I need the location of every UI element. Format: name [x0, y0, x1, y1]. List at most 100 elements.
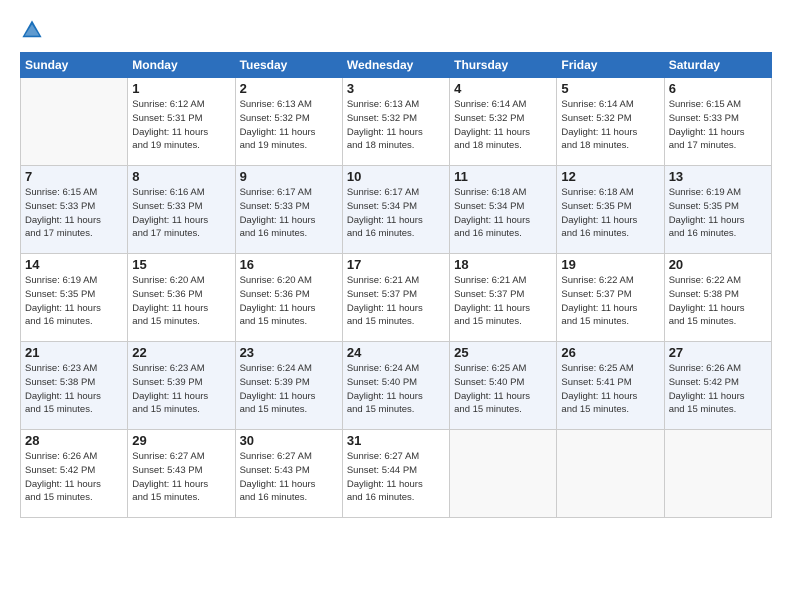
- calendar-week-row: 14Sunrise: 6:19 AM Sunset: 5:35 PM Dayli…: [21, 254, 772, 342]
- day-number: 26: [561, 345, 659, 360]
- weekday-header: Thursday: [450, 53, 557, 78]
- day-number: 10: [347, 169, 445, 184]
- calendar-table: SundayMondayTuesdayWednesdayThursdayFrid…: [20, 52, 772, 518]
- day-number: 25: [454, 345, 552, 360]
- day-number: 1: [132, 81, 230, 96]
- day-number: 7: [25, 169, 123, 184]
- day-number: 13: [669, 169, 767, 184]
- calendar-cell: 20 Sunrise: 6:22 AM Sunset: 5:38 PM Dayli…: [664, 254, 771, 342]
- day-number: 29: [132, 433, 230, 448]
- day-number: 17: [347, 257, 445, 272]
- calendar-cell: 13 Sunrise: 6:19 AM Sunset: 5:35 PM Dayli…: [664, 166, 771, 254]
- weekday-header: Saturday: [664, 53, 771, 78]
- day-info: Sunrise: 6:17 AM Sunset: 5:33 PM Dayligh…: [240, 186, 338, 241]
- calendar-cell: 16 Sunrise: 6:20 AM Sunset: 5:36 PM Dayli…: [235, 254, 342, 342]
- calendar-cell: 24Sunrise: 6:24 AM Sunset: 5:40 PM Dayli…: [342, 342, 449, 430]
- calendar-week-row: 1 Sunrise: 6:12 AM Sunset: 5:31 PM Daylig…: [21, 78, 772, 166]
- day-number: 27: [669, 345, 767, 360]
- calendar-cell: 4 Sunrise: 6:14 AM Sunset: 5:32 PM Daylig…: [450, 78, 557, 166]
- weekday-header: Friday: [557, 53, 664, 78]
- calendar-cell: 31 Sunrise: 6:27 AM Sunset: 5:44 PM Dayli…: [342, 430, 449, 518]
- calendar-cell: 11Sunrise: 6:18 AM Sunset: 5:34 PM Dayli…: [450, 166, 557, 254]
- calendar-cell: 2Sunrise: 6:13 AM Sunset: 5:32 PM Daylig…: [235, 78, 342, 166]
- day-info: Sunrise: 6:18 AM Sunset: 5:35 PM Dayligh…: [561, 186, 659, 241]
- calendar-cell: 6 Sunrise: 6:15 AM Sunset: 5:33 PM Daylig…: [664, 78, 771, 166]
- calendar-cell: 10Sunrise: 6:17 AM Sunset: 5:34 PM Dayli…: [342, 166, 449, 254]
- calendar-cell: 3 Sunrise: 6:13 AM Sunset: 5:32 PM Daylig…: [342, 78, 449, 166]
- day-number: 23: [240, 345, 338, 360]
- calendar-cell: 22Sunrise: 6:23 AM Sunset: 5:39 PM Dayli…: [128, 342, 235, 430]
- day-info: Sunrise: 6:27 AM Sunset: 5:43 PM Dayligh…: [132, 450, 230, 505]
- calendar-cell: 5 Sunrise: 6:14 AM Sunset: 5:32 PM Daylig…: [557, 78, 664, 166]
- day-info: Sunrise: 6:20 AM Sunset: 5:36 PM Dayligh…: [240, 274, 338, 329]
- day-info: Sunrise: 6:27 AM Sunset: 5:44 PM Dayligh…: [347, 450, 445, 505]
- calendar-cell: 27 Sunrise: 6:26 AM Sunset: 5:42 PM Dayli…: [664, 342, 771, 430]
- calendar-cell: 14Sunrise: 6:19 AM Sunset: 5:35 PM Dayli…: [21, 254, 128, 342]
- day-info: Sunrise: 6:12 AM Sunset: 5:31 PM Dayligh…: [132, 98, 230, 153]
- day-number: 6: [669, 81, 767, 96]
- day-number: 24: [347, 345, 445, 360]
- day-info: Sunrise: 6:22 AM Sunset: 5:37 PM Dayligh…: [561, 274, 659, 329]
- page: SundayMondayTuesdayWednesdayThursdayFrid…: [0, 0, 792, 612]
- day-info: Sunrise: 6:25 AM Sunset: 5:40 PM Dayligh…: [454, 362, 552, 417]
- day-info: Sunrise: 6:14 AM Sunset: 5:32 PM Dayligh…: [561, 98, 659, 153]
- day-number: 12: [561, 169, 659, 184]
- day-number: 5: [561, 81, 659, 96]
- calendar-cell: 17Sunrise: 6:21 AM Sunset: 5:37 PM Dayli…: [342, 254, 449, 342]
- day-number: 2: [240, 81, 338, 96]
- day-info: Sunrise: 6:20 AM Sunset: 5:36 PM Dayligh…: [132, 274, 230, 329]
- day-info: Sunrise: 6:16 AM Sunset: 5:33 PM Dayligh…: [132, 186, 230, 241]
- day-info: Sunrise: 6:22 AM Sunset: 5:38 PM Dayligh…: [669, 274, 767, 329]
- calendar-cell: 1 Sunrise: 6:12 AM Sunset: 5:31 PM Daylig…: [128, 78, 235, 166]
- day-info: Sunrise: 6:25 AM Sunset: 5:41 PM Dayligh…: [561, 362, 659, 417]
- day-number: 28: [25, 433, 123, 448]
- day-info: Sunrise: 6:24 AM Sunset: 5:39 PM Dayligh…: [240, 362, 338, 417]
- calendar-week-row: 21 Sunrise: 6:23 AM Sunset: 5:38 PM Dayli…: [21, 342, 772, 430]
- day-info: Sunrise: 6:14 AM Sunset: 5:32 PM Dayligh…: [454, 98, 552, 153]
- header: [20, 18, 772, 42]
- day-number: 30: [240, 433, 338, 448]
- calendar-cell: 9Sunrise: 6:17 AM Sunset: 5:33 PM Daylig…: [235, 166, 342, 254]
- logo-icon: [20, 18, 44, 42]
- day-info: Sunrise: 6:26 AM Sunset: 5:42 PM Dayligh…: [25, 450, 123, 505]
- calendar-cell: 30 Sunrise: 6:27 AM Sunset: 5:43 PM Dayli…: [235, 430, 342, 518]
- day-info: Sunrise: 6:19 AM Sunset: 5:35 PM Dayligh…: [669, 186, 767, 241]
- day-info: Sunrise: 6:23 AM Sunset: 5:38 PM Dayligh…: [25, 362, 123, 417]
- day-number: 31: [347, 433, 445, 448]
- calendar-cell: 12 Sunrise: 6:18 AM Sunset: 5:35 PM Dayli…: [557, 166, 664, 254]
- day-info: Sunrise: 6:15 AM Sunset: 5:33 PM Dayligh…: [25, 186, 123, 241]
- weekday-header: Tuesday: [235, 53, 342, 78]
- calendar-cell: 7 Sunrise: 6:15 AM Sunset: 5:33 PM Daylig…: [21, 166, 128, 254]
- calendar-cell: [450, 430, 557, 518]
- day-info: Sunrise: 6:15 AM Sunset: 5:33 PM Dayligh…: [669, 98, 767, 153]
- calendar-cell: [664, 430, 771, 518]
- calendar-cell: 21 Sunrise: 6:23 AM Sunset: 5:38 PM Dayli…: [21, 342, 128, 430]
- day-number: 11: [454, 169, 552, 184]
- weekday-header: Sunday: [21, 53, 128, 78]
- day-info: Sunrise: 6:23 AM Sunset: 5:39 PM Dayligh…: [132, 362, 230, 417]
- day-number: 15: [132, 257, 230, 272]
- day-number: 8: [132, 169, 230, 184]
- day-number: 21: [25, 345, 123, 360]
- calendar-cell: 25 Sunrise: 6:25 AM Sunset: 5:40 PM Dayli…: [450, 342, 557, 430]
- day-info: Sunrise: 6:13 AM Sunset: 5:32 PM Dayligh…: [347, 98, 445, 153]
- day-number: 3: [347, 81, 445, 96]
- calendar-cell: 15 Sunrise: 6:20 AM Sunset: 5:36 PM Dayli…: [128, 254, 235, 342]
- calendar-cell: 28 Sunrise: 6:26 AM Sunset: 5:42 PM Dayli…: [21, 430, 128, 518]
- logo: [20, 18, 48, 42]
- day-number: 14: [25, 257, 123, 272]
- calendar-cell: 8 Sunrise: 6:16 AM Sunset: 5:33 PM Daylig…: [128, 166, 235, 254]
- day-number: 4: [454, 81, 552, 96]
- weekday-header: Wednesday: [342, 53, 449, 78]
- day-number: 16: [240, 257, 338, 272]
- calendar-header-row: SundayMondayTuesdayWednesdayThursdayFrid…: [21, 53, 772, 78]
- day-info: Sunrise: 6:21 AM Sunset: 5:37 PM Dayligh…: [454, 274, 552, 329]
- calendar-week-row: 7 Sunrise: 6:15 AM Sunset: 5:33 PM Daylig…: [21, 166, 772, 254]
- calendar-cell: 26 Sunrise: 6:25 AM Sunset: 5:41 PM Dayli…: [557, 342, 664, 430]
- day-number: 18: [454, 257, 552, 272]
- day-info: Sunrise: 6:26 AM Sunset: 5:42 PM Dayligh…: [669, 362, 767, 417]
- calendar-cell: 23 Sunrise: 6:24 AM Sunset: 5:39 PM Dayli…: [235, 342, 342, 430]
- day-number: 20: [669, 257, 767, 272]
- day-info: Sunrise: 6:27 AM Sunset: 5:43 PM Dayligh…: [240, 450, 338, 505]
- calendar-cell: [557, 430, 664, 518]
